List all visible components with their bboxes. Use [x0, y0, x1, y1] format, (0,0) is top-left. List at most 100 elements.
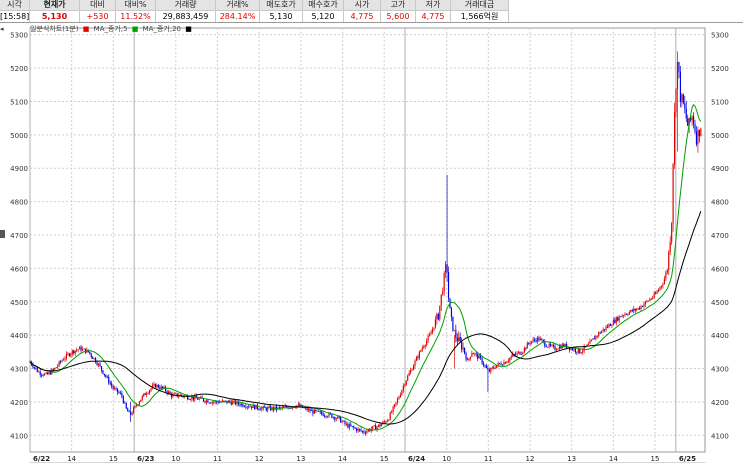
y-tick-label: 4700: [10, 232, 28, 240]
candle-body: [656, 291, 658, 294]
candle-body: [345, 423, 348, 425]
candle-body: [679, 71, 681, 102]
candle-body: [698, 129, 700, 137]
candle-body: [587, 343, 590, 345]
candle-body: [606, 326, 609, 328]
candle-body: [163, 387, 165, 388]
x-tick-label: 14: [609, 455, 618, 463]
header-value: 284.14%: [219, 12, 256, 21]
header-value: 5,600: [386, 12, 410, 21]
candle-body: [191, 396, 193, 400]
legend-ma20-label: MA_종가,20: [142, 25, 181, 33]
candle-body: [631, 310, 633, 312]
candle-body: [239, 404, 241, 406]
legend-ma20-marker: ■: [185, 25, 192, 33]
candle-body: [474, 353, 476, 355]
candle-body: [49, 372, 51, 375]
candle-body: [523, 347, 525, 353]
candle-body: [356, 428, 358, 431]
candle-body: [360, 429, 362, 432]
candle-body: [57, 365, 59, 368]
candle-body: [223, 400, 225, 402]
candle-body: [383, 421, 385, 423]
candle-body: [608, 324, 610, 328]
candle-body: [636, 309, 638, 311]
candle-body: [407, 375, 409, 381]
candle-body: [319, 411, 321, 413]
candle-body: [453, 329, 455, 331]
candle-body: [697, 129, 699, 145]
header-value: 29,883,459: [162, 12, 209, 21]
candle-body: [359, 428, 361, 430]
quote-header: 시각 [15:58] 현재가 5,130 대비 +530 대비% 11.52% 거래량 29,88…: [0, 0, 743, 23]
candle-body: [132, 407, 135, 414]
candle-body: [420, 350, 422, 352]
candle-body: [147, 392, 149, 394]
candle-body: [58, 361, 60, 366]
candle-body: [655, 293, 657, 295]
candle-body: [415, 357, 418, 361]
candle-body: [433, 327, 435, 330]
candle-body: [243, 406, 245, 408]
candle-body: [466, 359, 469, 361]
candle-body: [458, 336, 460, 342]
candle-body: [321, 411, 323, 414]
candle-body: [552, 345, 555, 347]
candle-body: [112, 386, 114, 389]
header-value: 4,775: [421, 12, 445, 21]
candle-body: [245, 406, 247, 408]
candle-body: [439, 305, 441, 320]
candle-body: [213, 402, 215, 403]
candle-body: [579, 348, 581, 354]
candle-body: [630, 310, 632, 313]
y-tick-label: 4100: [10, 432, 28, 440]
candle-body: [118, 392, 120, 393]
price-chart[interactable]: 4100 4100 4200 4200 4300 4300 4400 4400 4500 4500…: [0, 22, 743, 463]
candle-body: [122, 396, 124, 403]
candle-body: [325, 415, 327, 417]
candle-body: [373, 425, 375, 427]
candle-body: [160, 386, 162, 389]
candle-body: [68, 353, 70, 356]
candle-body: [401, 390, 403, 395]
candle-body: [576, 351, 578, 353]
candle-body: [348, 424, 350, 428]
x-tick-label: 13: [567, 455, 576, 463]
candle-body: [81, 348, 84, 351]
candle-body: [341, 421, 343, 423]
candle-body: [445, 264, 447, 273]
candle-body: [531, 341, 533, 344]
candle-body: [589, 340, 591, 344]
candle-body: [366, 431, 368, 434]
candle-body: [503, 362, 505, 366]
candle-body: [491, 367, 493, 369]
candle-body: [436, 313, 438, 320]
candle-body: [64, 358, 66, 360]
candle-body: [660, 285, 663, 287]
x-tick-label: 12: [255, 455, 264, 463]
candle-body: [691, 116, 693, 121]
candle-body: [61, 360, 63, 362]
candle-body: [83, 348, 85, 350]
candle-body: [684, 103, 686, 109]
header-cell: 대비% 11.52%: [116, 0, 156, 22]
candle-body: [547, 346, 549, 348]
candle-body: [411, 369, 413, 371]
candle-body: [455, 329, 457, 338]
candle-body: [577, 348, 579, 353]
legend-ma5-marker: ■: [131, 25, 139, 33]
candle-body: [541, 338, 543, 340]
candle-body: [535, 340, 537, 342]
header-cell: 거래대금 1,566억원: [451, 0, 509, 22]
candle-body: [248, 406, 250, 408]
candle-body: [643, 304, 645, 307]
candle-body: [462, 347, 464, 350]
candle-body: [77, 349, 79, 351]
legend-title: 일분식차트(1분): [30, 25, 79, 33]
candle-body: [372, 426, 374, 429]
candle-body: [618, 316, 620, 321]
candle-body: [554, 345, 556, 350]
candle-body: [695, 131, 698, 145]
candle-body: [261, 408, 263, 410]
candle-body: [249, 406, 251, 408]
